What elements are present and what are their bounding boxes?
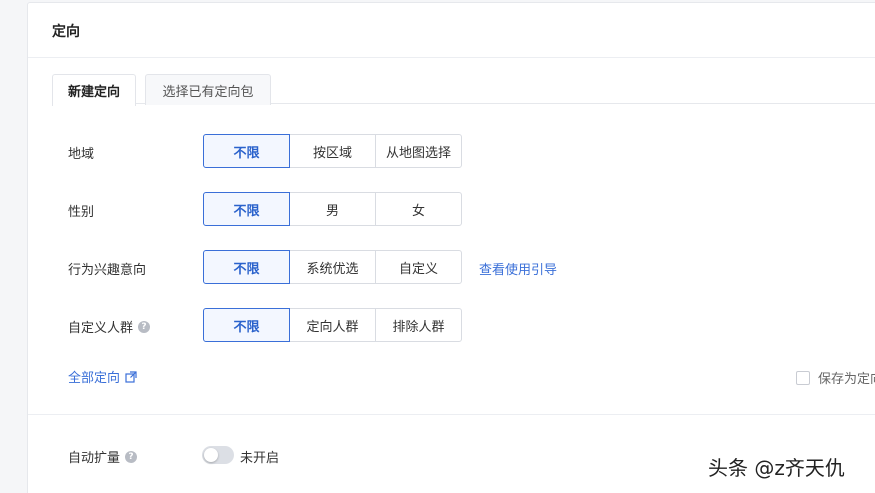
external-link-icon [125,370,137,383]
gender-options: 不限 男 女 [203,192,462,226]
tab-new-targeting[interactable]: 新建定向 [52,74,136,106]
tab-existing-targeting-package[interactable]: 选择已有定向包 [145,74,271,105]
audience-option-targeted[interactable]: 定向人群 [289,308,376,342]
card-header: 定向 [28,3,875,58]
all-targeting-link-label: 全部定向 [68,371,121,386]
behavior-interest-options: 不限 系统优选 自定义 [203,250,462,284]
gender-label: 性别 [68,205,95,220]
auto-expand-status: 未开启 [240,451,280,466]
gender-option-female[interactable]: 女 [375,192,462,226]
targeting-tabs: 新建定向 选择已有定向包 [52,74,875,106]
save-checkbox-label: 保存为定向 [818,372,875,387]
usage-guide-link[interactable]: 查看使用引导 [479,259,557,278]
behavior-option-custom[interactable]: 自定义 [375,250,462,284]
region-label: 地域 [68,147,95,162]
gender-option-male[interactable]: 男 [289,192,376,226]
behavior-interest-label: 行为兴趣意向 [68,263,147,278]
save-as-targeting-package[interactable]: 保存为定向 [796,368,875,387]
region-option-map[interactable]: 从地图选择 [375,134,462,168]
region-option-unlimited[interactable]: 不限 [203,134,290,168]
region-options: 不限 按区域 从地图选择 [203,134,462,168]
question-circle-icon[interactable]: ? [125,450,138,463]
auto-expand-toggle[interactable] [202,446,234,464]
behavior-option-unlimited[interactable]: 不限 [203,250,290,284]
auto-expand-label: 自动扩量 [68,451,121,466]
question-circle-icon[interactable]: ? [138,320,151,333]
card-title: 定向 [52,24,80,40]
custom-audience-label: 自定义人群 [68,321,134,336]
save-checkbox[interactable] [796,370,810,385]
all-targeting-link[interactable]: 全部定向 [68,367,137,386]
region-option-by-area[interactable]: 按区域 [289,134,376,168]
auto-expand-label-row: 自动扩量 ? [68,447,138,466]
audience-option-unlimited[interactable]: 不限 [203,308,290,342]
section-divider [28,414,875,415]
custom-audience-options: 不限 定向人群 排除人群 [203,308,462,342]
behavior-option-system-preferred[interactable]: 系统优选 [289,250,376,284]
toggle-knob [204,448,218,462]
targeting-card: 定向 新建定向 选择已有定向包 地域 不限 按区域 从地图选择 性别 不限 男 … [27,2,875,493]
watermark: 头条 @z齐天仇 [708,456,845,480]
audience-option-excluded[interactable]: 排除人群 [375,308,462,342]
custom-audience-label-row: 自定义人群 ? [68,317,151,336]
gender-option-unlimited[interactable]: 不限 [203,192,290,226]
